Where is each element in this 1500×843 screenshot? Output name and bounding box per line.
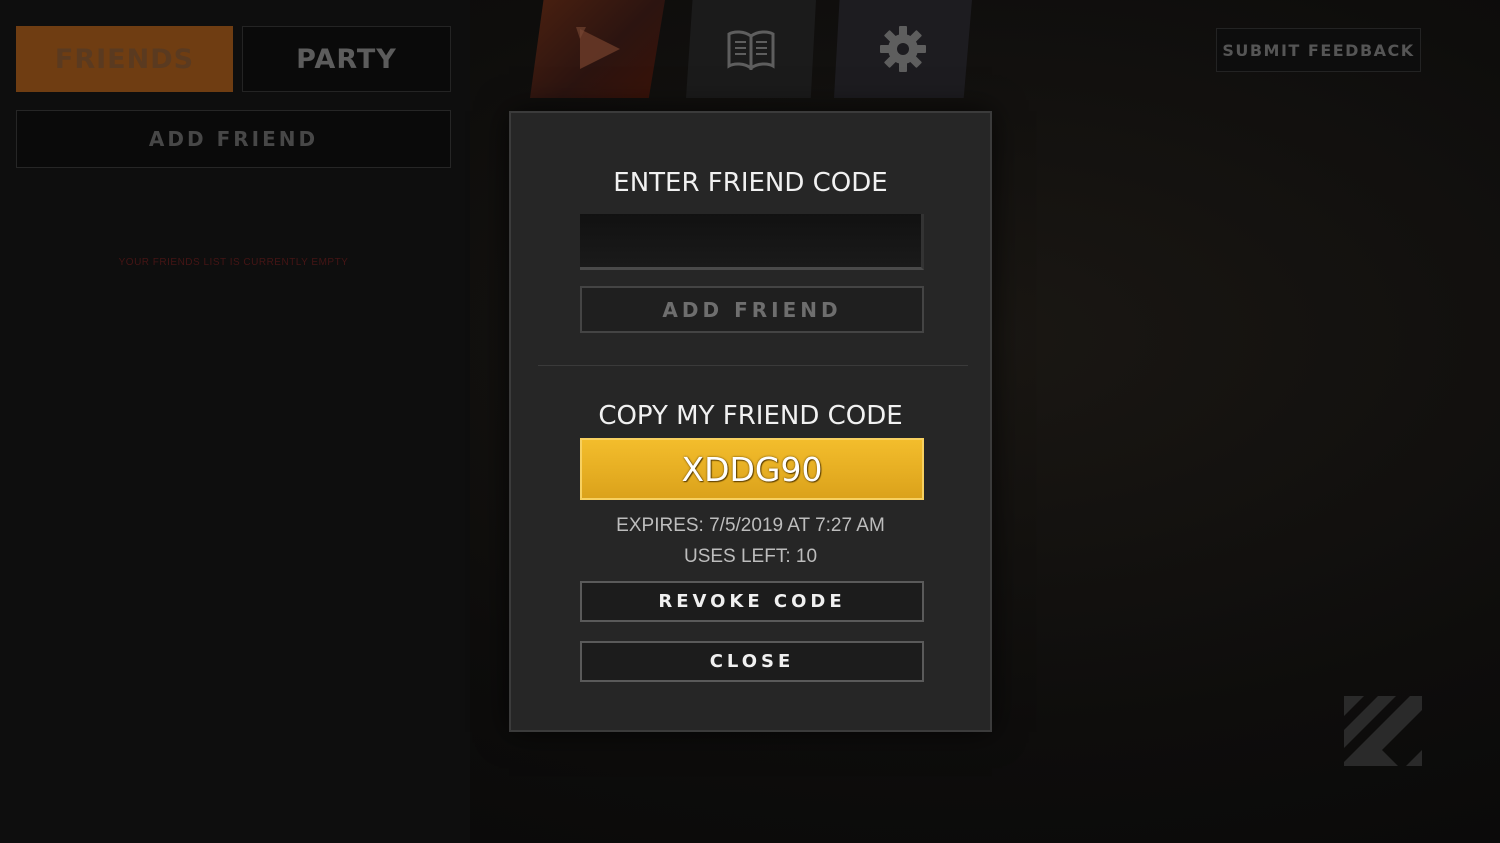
friends-empty-message: YOUR FRIENDS LIST IS CURRENTLY EMPTY [118,257,349,268]
social-panel: FRIENDS PARTY ADD FRIEND YOUR FRIENDS LI… [0,0,470,843]
submit-feedback-button[interactable]: SUBMIT FEEDBACK [1216,28,1421,72]
add-friend-button[interactable]: ADD FRIEND [16,110,451,168]
play-icon [575,27,620,69]
copy-friend-code-heading: COPY MY FRIEND CODE [598,401,903,431]
book-icon [727,30,775,70]
close-button[interactable]: CLOSE [580,641,924,682]
revoke-code-button[interactable]: REVOKE CODE [580,581,924,622]
tab-party[interactable]: PARTY [242,26,451,92]
code-uses-left-text: USES LEFT: 10 [683,546,818,567]
section-divider [538,365,968,366]
nav-play-button[interactable] [530,0,665,98]
enter-friend-code-heading: ENTER FRIEND CODE [613,168,888,198]
app-screen: FRIENDS PARTY ADD FRIEND YOUR FRIENDS LI… [0,0,1500,843]
gear-icon [880,26,926,72]
friend-code-dialog: ENTER FRIEND CODE ADD FRIEND COPY MY FRI… [509,111,992,732]
my-friend-code-button[interactable]: XDDG90 [580,438,924,500]
nav-settings-button[interactable] [834,0,972,98]
tab-friends[interactable]: FRIENDS [16,26,233,92]
friend-code-input[interactable] [580,214,924,270]
dialog-add-friend-button[interactable]: ADD FRIEND [580,286,924,333]
studio-logo-icon [1344,696,1422,766]
nav-library-button[interactable] [686,0,816,98]
code-expiry-text: EXPIRES: 7/5/2019 AT 7:27 AM [616,515,885,536]
